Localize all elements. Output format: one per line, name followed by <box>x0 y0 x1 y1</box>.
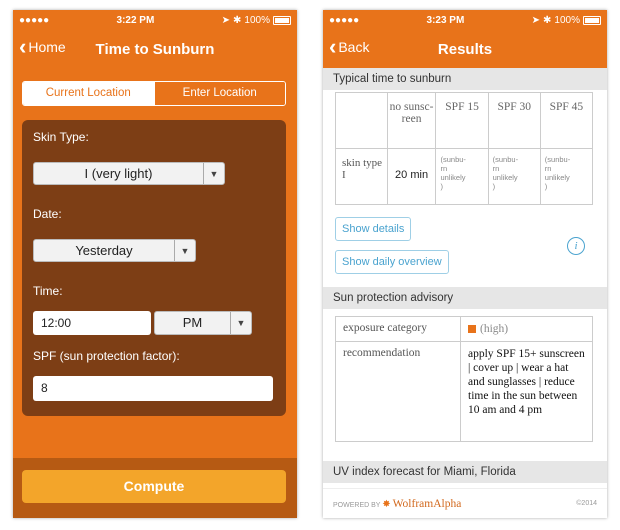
bluetooth-icon: ✱ <box>543 14 552 26</box>
info-icon[interactable]: i <box>567 237 585 255</box>
bluetooth-icon: ✱ <box>233 14 242 26</box>
ampm-select[interactable]: PM ▼ <box>154 311 252 335</box>
chevron-left-icon: ‹ <box>329 34 337 59</box>
tab-enter-location[interactable]: Enter Location <box>153 82 285 105</box>
back-button[interactable]: ‹ Back <box>329 34 370 59</box>
header-spf15: SPF 15 <box>435 92 489 149</box>
location-arrow-icon: ➤ <box>531 14 541 26</box>
show-daily-overview-button[interactable]: Show daily overview <box>335 250 449 274</box>
spf45-value: (sunbu- rn unlikely ) <box>539 148 594 205</box>
signal-dots: ●●●●● <box>329 14 360 26</box>
header-spf30: SPF 30 <box>487 92 541 149</box>
wolframalpha-brand: WolframAlpha <box>392 497 462 510</box>
back-label: Home <box>28 39 66 55</box>
no-sunscreen-value: 20 min <box>386 148 437 205</box>
dropdown-arrow-icon: ▼ <box>203 163 224 184</box>
tab-current-location[interactable]: Current Location <box>23 82 154 105</box>
section-header-advisory: Sun protection advisory <box>323 287 607 309</box>
date-value: Yesterday <box>75 243 133 258</box>
spf15-value: (sunbu- rn unlikely ) <box>435 148 489 205</box>
dropdown-arrow-icon: ▼ <box>174 240 195 261</box>
skin-type-label: Skin Type: <box>33 130 89 144</box>
battery-icon <box>582 15 601 25</box>
time-label: Time: <box>33 284 63 298</box>
row-label: skin type I <box>335 148 388 205</box>
table-row: recommendation apply SPF 15+ sunscreen |… <box>335 341 593 442</box>
time-input[interactable]: 12:00 <box>33 311 151 335</box>
input-form-panel: Skin Type: I (very light) ▼ Date: Yester… <box>22 120 286 416</box>
date-select[interactable]: Yesterday ▼ <box>33 239 196 262</box>
dropdown-arrow-icon: ▼ <box>230 312 251 334</box>
home-back-button[interactable]: ‹ Home <box>19 34 66 59</box>
bottom-bar: Compute <box>13 458 297 518</box>
date-label: Date: <box>33 207 62 221</box>
recommendation-key: recommendation <box>335 341 461 442</box>
status-time: 3:23 PM <box>426 14 465 26</box>
battery-percent: 100% <box>554 14 580 26</box>
chevron-left-icon: ‹ <box>19 34 27 59</box>
section-header-sunburn: Typical time to sunburn <box>323 68 607 90</box>
battery-icon <box>272 15 291 25</box>
spf-input[interactable]: 8 <box>33 376 273 401</box>
spf30-value: (sunbu- rn unlikely ) <box>487 148 541 205</box>
show-details-button[interactable]: Show details <box>335 217 412 241</box>
advisory-table: exposure category (high) recommendation … <box>335 316 593 442</box>
nav-bar: ‹ Home Time to Sunburn <box>13 30 297 68</box>
section-header-uv-forecast: UV index forecast for Miami, Florida <box>323 461 607 483</box>
back-label: Back <box>338 39 370 55</box>
status-bar: ●●●●● 3:23 PM ➤ ✱ 100% <box>323 10 607 30</box>
high-indicator-icon <box>468 325 476 334</box>
footer: POWERED BY ✸ WolframAlpha ©2014 <box>323 488 607 518</box>
signal-dots: ●●●●● <box>19 14 50 26</box>
time-to-sunburn-screen: ●●●●● 3:22 PM ➤ ✱ 100% ‹ Home Time to Su… <box>13 10 297 518</box>
exposure-category-key: exposure category <box>335 316 461 342</box>
wolfram-logo-icon: ✸ <box>382 498 391 510</box>
recommendation-value: apply SPF 15+ sunscreen | cover up | wea… <box>460 341 593 442</box>
exposure-category-value: (high) <box>480 323 509 335</box>
skin-type-select[interactable]: I (very light) ▼ <box>33 162 225 185</box>
corner-cell <box>335 92 388 149</box>
nav-bar: ‹ Back Results <box>323 30 607 68</box>
location-segmented-control: Current Location Enter Location <box>22 81 286 106</box>
battery-percent: 100% <box>244 14 270 26</box>
sunburn-table: no sunsc- reen SPF 15 SPF 30 SPF 45 skin… <box>335 92 594 205</box>
status-time: 3:22 PM <box>116 14 155 26</box>
spf-label: SPF (sun protection factor): <box>33 349 180 363</box>
table-row: skin type I 20 min (sunbu- rn unlikely )… <box>335 148 594 205</box>
top-bar: ●●●●● 3:23 PM ➤ ✱ 100% ‹ Back Results <box>323 10 607 68</box>
table-row: exposure category (high) <box>335 316 593 342</box>
table-header-row: no sunsc- reen SPF 15 SPF 30 SPF 45 <box>335 92 594 149</box>
powered-by-label: POWERED BY <box>333 501 381 509</box>
location-arrow-icon: ➤ <box>221 14 231 26</box>
ampm-value: PM <box>182 315 203 330</box>
copyright: ©2014 <box>576 500 597 507</box>
skin-type-value: I (very light) <box>84 166 153 181</box>
header-spf45: SPF 45 <box>539 92 594 149</box>
results-screen: ●●●●● 3:23 PM ➤ ✱ 100% ‹ Back Results Ty… <box>323 10 607 518</box>
header-no-sunscreen: no sunsc- reen <box>386 92 437 149</box>
compute-button[interactable]: Compute <box>22 470 286 503</box>
status-bar: ●●●●● 3:22 PM ➤ ✱ 100% <box>13 10 297 30</box>
